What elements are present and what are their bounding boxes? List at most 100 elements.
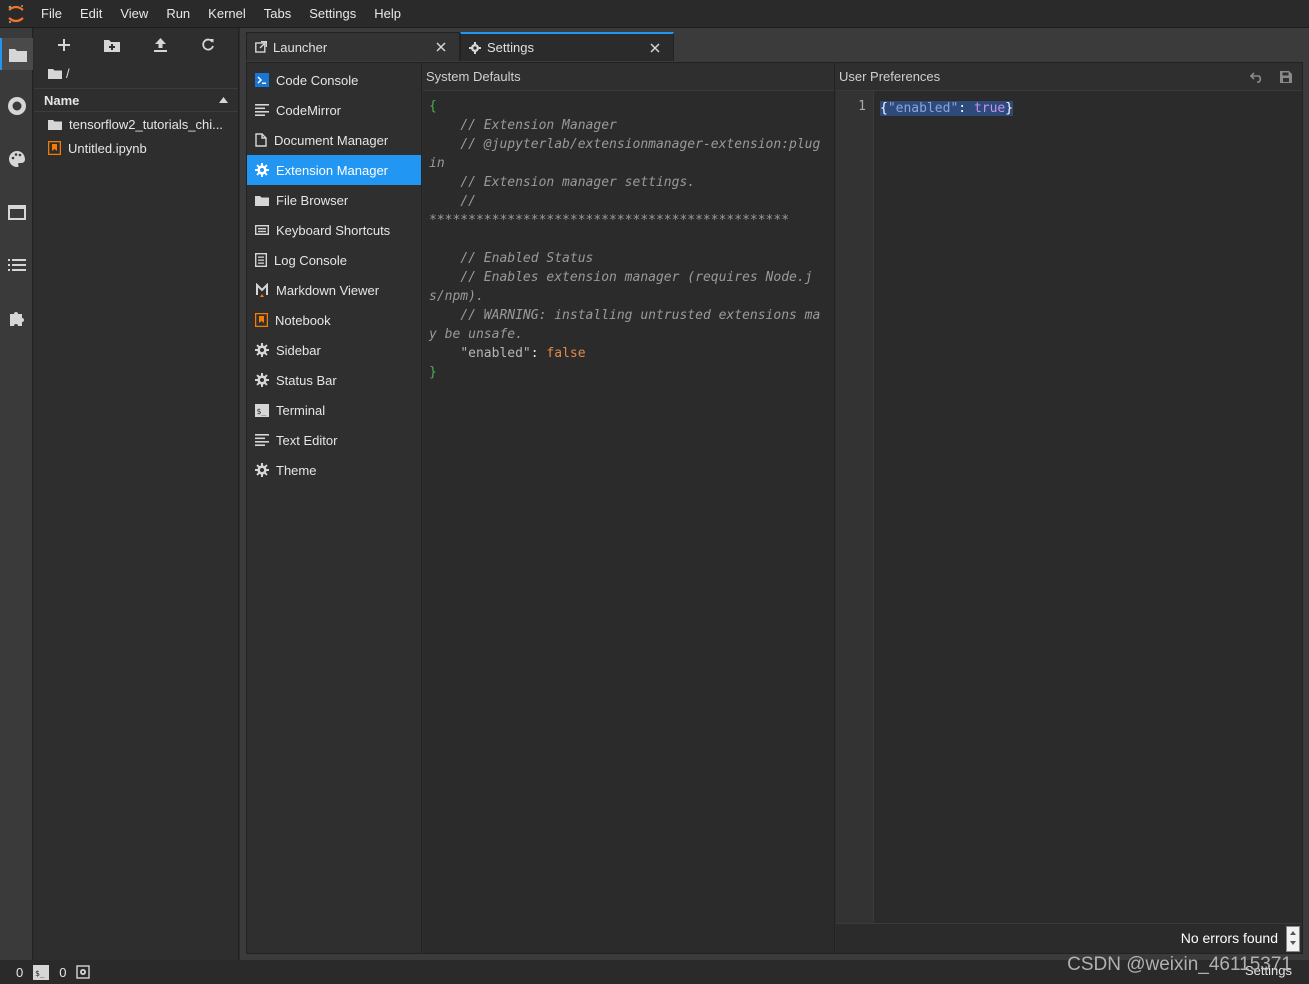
menu-settings[interactable]: Settings: [300, 0, 365, 28]
settings-item-label: Document Manager: [274, 132, 389, 148]
rail-file-browser-button[interactable]: [0, 38, 33, 70]
terminal-icon[interactable]: $_: [33, 964, 50, 980]
settings-item-text-editor[interactable]: Text Editor: [247, 425, 421, 455]
settings-item-status-bar[interactable]: Status Bar: [247, 365, 421, 395]
code-brace: {: [429, 99, 437, 114]
settings-item-notebook[interactable]: Notebook: [247, 305, 421, 335]
code-colon: :: [958, 101, 974, 116]
menu-run[interactable]: Run: [157, 0, 199, 28]
menu-view[interactable]: View: [111, 0, 157, 28]
code-brace: }: [1005, 101, 1014, 116]
menubar: File Edit View Run Kernel Tabs Settings …: [0, 0, 1309, 28]
notebook-icon: [48, 141, 61, 155]
new-folder-button[interactable]: [98, 31, 126, 59]
folder-icon: [8, 48, 27, 62]
tab-settings[interactable]: Settings: [460, 32, 674, 61]
rail-tabs-button[interactable]: [0, 196, 33, 228]
settings-item-label: Status Bar: [276, 372, 337, 388]
rail-theme-button[interactable]: [0, 143, 33, 175]
user-preferences-title-text: User Preferences: [839, 69, 941, 84]
folder-icon[interactable]: [48, 68, 62, 79]
settings-item-sidebar[interactable]: Sidebar: [247, 335, 421, 365]
code-comment: // @jupyterlab/extensionmanager-extensio…: [429, 137, 821, 171]
code-comment: // Extension manager settings.: [429, 175, 696, 190]
user-preferences-title: User Preferences: [836, 63, 1302, 91]
file-name: tensorflow2_tutorials_chi...: [69, 116, 223, 132]
settings-item-document-manager[interactable]: Document Manager: [247, 125, 421, 155]
revert-icon[interactable]: [1250, 71, 1264, 83]
file-row[interactable]: Untitled.ipynb: [34, 136, 238, 160]
main-dock-area: Launcher Settings Code Console CodeMirro…: [240, 28, 1309, 960]
code-value: false: [546, 346, 586, 361]
palette-icon: [8, 151, 25, 167]
list-icon: [7, 259, 26, 271]
settings-item-file-browser[interactable]: File Browser: [247, 185, 421, 215]
menu-file[interactable]: File: [32, 0, 71, 28]
running-icon: [7, 97, 26, 115]
validation-status: No errors found: [1180, 930, 1278, 946]
rail-toc-button[interactable]: [0, 249, 33, 281]
settings-item-log-console[interactable]: Log Console: [247, 245, 421, 275]
left-sidebar-rail: [0, 28, 33, 960]
tabs-icon: [7, 204, 26, 220]
menu-tabs[interactable]: Tabs: [255, 0, 300, 28]
settings-editor: Code Console CodeMirror Document Manager…: [246, 62, 1303, 954]
close-icon[interactable]: [647, 40, 663, 56]
puzzle-icon: [9, 312, 24, 326]
settings-item-theme[interactable]: Theme: [247, 455, 421, 485]
tab-launcher[interactable]: Launcher: [246, 32, 460, 61]
settings-item-codemirror[interactable]: CodeMirror: [247, 95, 421, 125]
svg-text:$_: $_: [35, 969, 45, 978]
folder-icon: [255, 195, 269, 206]
jupyter-logo-icon: [0, 0, 32, 28]
save-icon[interactable]: [1280, 71, 1292, 83]
close-icon[interactable]: [433, 39, 449, 55]
text-lines-icon: [255, 434, 269, 446]
system-defaults-code[interactable]: { // Extension Manager // @jupyterlab/ex…: [423, 91, 834, 388]
upload-button[interactable]: [146, 31, 174, 59]
code-brace: }: [429, 365, 437, 380]
code-key: "enabled": [460, 346, 531, 361]
code-colon: :: [530, 346, 547, 361]
settings-item-extension-manager[interactable]: Extension Manager: [247, 155, 421, 185]
status-scroll-control[interactable]: [1286, 926, 1300, 952]
menu-help[interactable]: Help: [365, 0, 410, 28]
rail-running-button[interactable]: [0, 90, 33, 122]
settings-item-label: Sidebar: [276, 342, 321, 358]
new-launcher-button[interactable]: [50, 31, 78, 59]
terminals-count[interactable]: 0: [16, 965, 23, 980]
settings-item-label: Keyboard Shortcuts: [276, 222, 391, 238]
markdown-icon: [256, 283, 268, 297]
kernel-gear-icon[interactable]: [76, 965, 91, 979]
name-column-header[interactable]: Name: [44, 93, 79, 108]
settings-item-terminal[interactable]: $_ Terminal: [247, 395, 421, 425]
user-preferences-editor[interactable]: {"enabled": true}: [880, 99, 1014, 118]
file-row[interactable]: tensorflow2_tutorials_chi...: [34, 112, 238, 136]
system-defaults-title: System Defaults: [423, 63, 834, 91]
code-comment: // WARNING: installing untrusted extensi…: [429, 308, 821, 342]
code-comment: // Extension Manager: [429, 118, 617, 133]
chevron-down-icon: [1290, 941, 1296, 945]
menu-edit[interactable]: Edit: [71, 0, 111, 28]
new-folder-icon: [104, 39, 120, 52]
file-list-header[interactable]: Name: [34, 88, 238, 112]
menu-kernel[interactable]: Kernel: [199, 0, 255, 28]
breadcrumb-root[interactable]: /: [66, 66, 70, 81]
gear-icon: [255, 373, 269, 387]
breadcrumb: /: [34, 62, 238, 84]
tab-bar: Launcher Settings: [246, 32, 674, 61]
settings-item-markdown-viewer[interactable]: Markdown Viewer: [247, 275, 421, 305]
settings-item-code-console[interactable]: Code Console: [247, 65, 421, 95]
gear-icon: [469, 41, 481, 54]
settings-item-label: Log Console: [274, 252, 347, 268]
kernels-count[interactable]: 0: [59, 965, 66, 980]
settings-item-label: CodeMirror: [276, 102, 342, 118]
folder-icon: [48, 119, 62, 130]
file-browser-panel: / Name tensorflow2_tutorials_chi... Unti…: [34, 28, 239, 960]
settings-item-keyboard-shortcuts[interactable]: Keyboard Shortcuts: [247, 215, 421, 245]
tab-label: Launcher: [273, 39, 328, 55]
rail-extensions-button[interactable]: [0, 302, 33, 334]
svg-text:$_: $_: [257, 407, 267, 416]
refresh-button[interactable]: [194, 31, 222, 59]
code-comment: // Enables extension manager (requires N…: [429, 270, 813, 304]
